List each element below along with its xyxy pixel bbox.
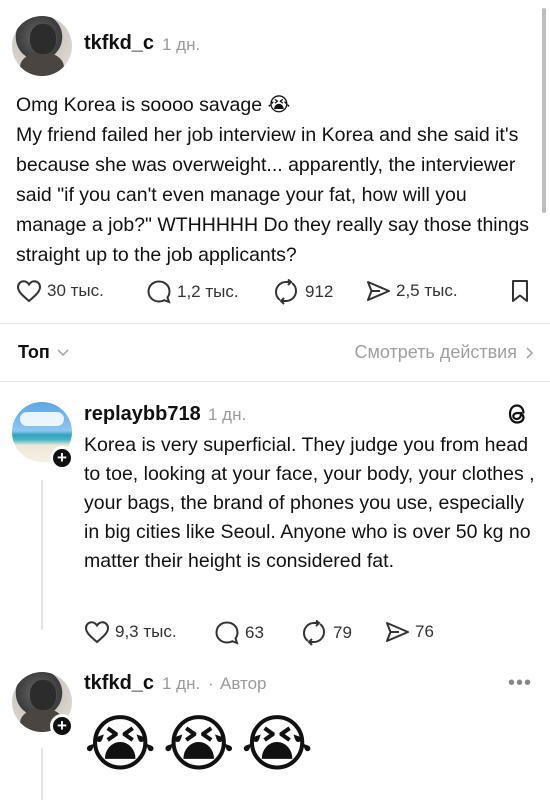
divider — [0, 381, 550, 382]
reply-like-count: 9,3 тыс. — [115, 622, 177, 641]
post-repost-button[interactable]: 912 — [272, 279, 333, 305]
repost-icon — [274, 279, 298, 305]
post-line-2: My friend failed her job interview in Ko… — [16, 124, 530, 266]
post-like-count: 30 тыс. — [47, 281, 104, 300]
more-options-icon[interactable]: ••• — [508, 672, 532, 695]
crying-face-emoji: 😭 — [162, 707, 235, 780]
author-reply-username[interactable]: tkfkd_c — [84, 672, 154, 695]
sort-dropdown[interactable]: Топ — [18, 342, 70, 363]
bookmark-icon — [512, 280, 528, 302]
share-icon — [386, 622, 409, 642]
follow-plus-icon[interactable]: + — [50, 714, 74, 738]
crying-face-emoji: 😭 — [240, 707, 314, 780]
heart-icon — [84, 621, 110, 644]
post-bookmark-button[interactable] — [510, 279, 535, 303]
post-username[interactable]: tkfkd_c — [84, 32, 154, 55]
reply-comment-count: 63 — [245, 623, 264, 642]
author-reply-time: 1 дн. — [162, 674, 201, 693]
repost-icon — [302, 620, 326, 646]
post-comment-count: 1,2 тыс. — [177, 282, 239, 301]
post-comment-button[interactable]: 1,2 тыс. — [146, 279, 239, 305]
threads-logo-icon — [508, 404, 525, 424]
reply-repost-count: 79 — [333, 623, 352, 642]
reply-repost-button[interactable]: 79 — [300, 620, 352, 646]
post-share-button[interactable]: 2,5 тыс. — [365, 279, 458, 303]
thread-line — [41, 748, 43, 800]
post-body: Omg Korea is soooo savage 😭 My friend fa… — [16, 90, 536, 270]
reply-body: Korea is very superficial. They judge yo… — [84, 434, 535, 572]
post-like-button[interactable]: 30 тыс. — [16, 279, 104, 303]
author-badge: Автор — [220, 674, 267, 693]
reply-comment-button[interactable]: 63 — [214, 620, 264, 646]
post-line-1: Omg Korea is soooo savage 😭 — [16, 94, 291, 116]
post-time: 1 дн. — [162, 35, 201, 54]
reply-time: 1 дн. — [208, 405, 247, 424]
post-repost-count: 912 — [305, 282, 334, 301]
reply-username[interactable]: replaybb718 — [84, 403, 201, 426]
post-share-count: 2,5 тыс. — [396, 281, 458, 300]
divider — [0, 323, 550, 324]
sort-label: Топ — [18, 342, 50, 362]
reply-share-button[interactable]: 76 — [384, 620, 434, 644]
reply-like-button[interactable]: 9,3 тыс. — [84, 620, 177, 644]
scrollbar[interactable] — [542, 8, 546, 213]
thread-line — [41, 480, 43, 630]
follow-plus-icon[interactable]: + — [50, 446, 74, 470]
author-reply-separator: · — [208, 674, 214, 693]
share-icon — [367, 281, 390, 301]
reply-share-count: 76 — [415, 622, 434, 641]
heart-icon — [16, 280, 42, 303]
post-author-avatar[interactable] — [12, 16, 72, 76]
author-reply-body: 😭 😭 😭 — [84, 708, 319, 780]
view-activity-link[interactable]: Смотреть действия — [355, 342, 534, 363]
view-activity-label: Смотреть действия — [354, 342, 517, 362]
crying-face-emoji: 😭 — [84, 707, 157, 780]
chevron-right-icon — [526, 346, 534, 359]
comment-icon — [215, 621, 239, 645]
chevron-down-icon — [57, 348, 69, 356]
comment-icon — [147, 280, 171, 304]
